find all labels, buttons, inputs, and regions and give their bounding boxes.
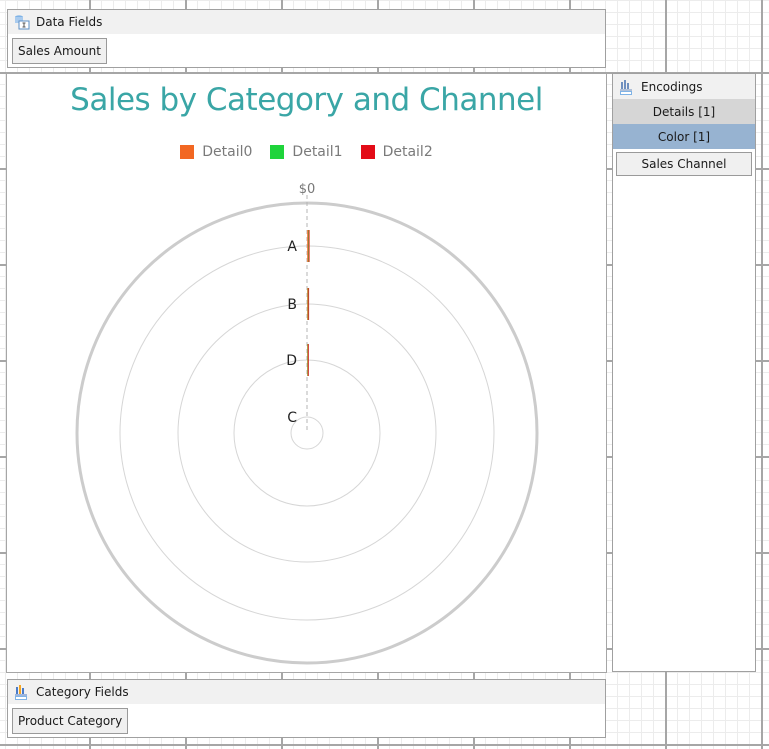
bar-a-detail2[interactable]	[308, 230, 310, 262]
chart-panel[interactable]: Sales by Category and Channel Detail0 De…	[6, 73, 607, 673]
category-fields-panel: Category Fields Product Category	[7, 679, 606, 738]
sales-channel-field[interactable]: Sales Channel	[616, 152, 752, 176]
encodings-header: Encodings	[613, 74, 755, 99]
encodings-panel: Encodings Details [1] Color [1] Sales Ch…	[612, 73, 756, 672]
bar-b-detail2[interactable]	[308, 288, 310, 320]
angular-tick-label: $0	[299, 182, 316, 197]
sales-amount-field[interactable]: Sales Amount	[12, 38, 107, 64]
details-encoding-tab[interactable]: Details [1]	[613, 99, 755, 124]
category-label-c: C	[287, 410, 297, 426]
data-source-icon	[14, 14, 30, 30]
category-label-a: A	[287, 239, 297, 255]
data-fields-header: Data Fields	[8, 10, 605, 34]
bar-chart-icon	[619, 79, 635, 95]
category-fields-header: Category Fields	[8, 680, 605, 704]
data-fields-title: Data Fields	[36, 15, 103, 29]
bar-chart-icon	[14, 684, 30, 700]
radial-bar-chart[interactable]: $0 A B D C	[7, 74, 608, 674]
bar-d-detail2[interactable]	[307, 344, 309, 376]
product-category-field[interactable]: Product Category	[12, 708, 129, 734]
color-encoding-tab[interactable]: Color [1]	[613, 124, 755, 149]
category-fields-title: Category Fields	[36, 685, 129, 699]
encodings-title: Encodings	[641, 79, 703, 94]
data-fields-panel: Data Fields Sales Amount	[7, 9, 606, 68]
category-label-b: B	[287, 297, 297, 313]
category-label-d: D	[286, 353, 297, 369]
